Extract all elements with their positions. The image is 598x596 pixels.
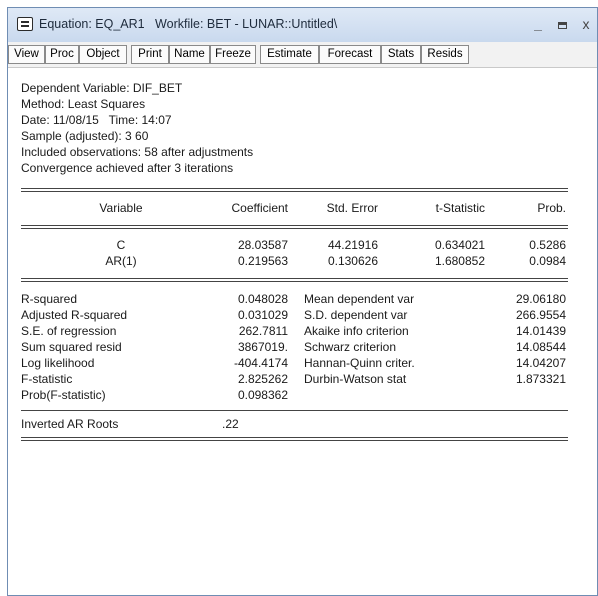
window-title: Equation: EQ_AR1 Workfile: BET - LUNAR::… xyxy=(39,17,338,31)
equation-window: Equation: EQ_AR1 Workfile: BET - LUNAR::… xyxy=(7,7,598,596)
toolbar: View Proc Object Print Name Freeze Estim… xyxy=(8,42,597,68)
inverted-ar-roots-value: .22 xyxy=(222,417,239,431)
stat-label: Adjusted R-squared xyxy=(21,308,128,322)
stat-value: 2.825262 xyxy=(237,372,288,386)
sample-line: Sample (adjusted): 3 60 xyxy=(21,129,149,143)
inverted-ar-roots-label: Inverted AR Roots xyxy=(21,417,119,431)
freeze-button[interactable]: Freeze xyxy=(210,45,256,64)
stat-label: S.D. dependent var xyxy=(304,308,408,322)
minimize-button[interactable]: _ xyxy=(528,14,548,34)
stat-value: 0.098362 xyxy=(237,388,288,402)
date-time-line: Date: 11/08/15 Time: 14:07 xyxy=(21,113,172,127)
close-button[interactable]: x xyxy=(576,14,596,34)
stat-value: 14.01439 xyxy=(515,324,566,338)
observations-line: Included observations: 58 after adjustme… xyxy=(21,145,254,159)
stat-value: 3867019. xyxy=(237,340,288,354)
col-header-prob: Prob. xyxy=(537,201,566,215)
stat-label: F-statistic xyxy=(21,372,73,386)
view-button[interactable]: View xyxy=(8,45,45,64)
proc-button[interactable]: Proc xyxy=(45,45,79,64)
title-bar[interactable]: Equation: EQ_AR1 Workfile: BET - LUNAR::… xyxy=(8,8,597,42)
col-header-t-statistic: t-Statistic xyxy=(435,201,485,215)
forecast-button[interactable]: Forecast xyxy=(319,45,381,64)
coef-row-t-statistic: 0.634021 xyxy=(434,238,485,252)
object-button[interactable]: Object xyxy=(79,45,127,64)
estimate-button[interactable]: Estimate xyxy=(260,45,319,64)
stat-label: Log likelihood xyxy=(21,356,95,370)
maximize-button[interactable] xyxy=(552,14,572,34)
print-button[interactable]: Print xyxy=(131,45,169,64)
coef-row-t-statistic: 1.680852 xyxy=(434,254,485,268)
stat-label: S.E. of regression xyxy=(21,324,117,338)
estimation-output: Dependent Variable: DIF_BET Method: Leas… xyxy=(8,68,597,595)
convergence-line: Convergence achieved after 3 iterations xyxy=(21,161,234,175)
table-header-rule xyxy=(21,225,568,229)
coef-row-coefficient: 28.03587 xyxy=(237,238,288,252)
name-button[interactable]: Name xyxy=(169,45,210,64)
coef-row-prob: 0.0984 xyxy=(529,254,566,268)
col-header-variable: Variable xyxy=(99,201,143,215)
stat-label: Mean dependent var xyxy=(304,292,415,306)
dependent-variable-line: Dependent Variable: DIF_BET xyxy=(21,81,183,95)
stat-label: Schwarz criterion xyxy=(304,340,397,354)
stat-value: 29.06180 xyxy=(515,292,566,306)
stat-value: 0.048028 xyxy=(237,292,288,306)
stat-label: Akaike info criterion xyxy=(304,324,409,338)
stat-label: Prob(F-statistic) xyxy=(21,388,106,402)
col-header-std-error: Std. Error xyxy=(326,201,378,215)
coef-row-variable: AR(1) xyxy=(105,254,137,268)
equation-window-icon xyxy=(17,17,33,31)
stat-label: R-squared xyxy=(21,292,78,306)
stat-label: Durbin-Watson stat xyxy=(304,372,407,386)
coef-row-prob: 0.5286 xyxy=(529,238,566,252)
stats-top-rule xyxy=(21,278,568,282)
roots-top-rule xyxy=(21,410,568,411)
coef-row-std-error: 44.21916 xyxy=(327,238,378,252)
table-top-rule xyxy=(21,188,568,192)
stat-value: -404.4174 xyxy=(233,356,288,370)
stat-value: 14.04207 xyxy=(515,356,566,370)
stat-label: Hannan-Quinn criter. xyxy=(304,356,415,370)
stat-value: 1.873321 xyxy=(515,372,566,386)
method-line: Method: Least Squares xyxy=(21,97,146,111)
coef-row-coefficient: 0.219563 xyxy=(237,254,288,268)
coef-row-std-error: 0.130626 xyxy=(327,254,378,268)
stat-value: 262.7811 xyxy=(238,324,288,338)
stat-value: 0.031029 xyxy=(237,308,288,322)
stat-label: Sum squared resid xyxy=(21,340,122,354)
stat-value: 14.08544 xyxy=(515,340,566,354)
resids-button[interactable]: Resids xyxy=(421,45,469,64)
col-header-coefficient: Coefficient xyxy=(231,201,288,215)
coef-row-variable: C xyxy=(116,238,126,252)
table-bottom-rule xyxy=(21,437,568,441)
stat-value: 266.9554 xyxy=(515,308,566,322)
stats-button[interactable]: Stats xyxy=(381,45,421,64)
maximize-icon xyxy=(557,21,567,29)
